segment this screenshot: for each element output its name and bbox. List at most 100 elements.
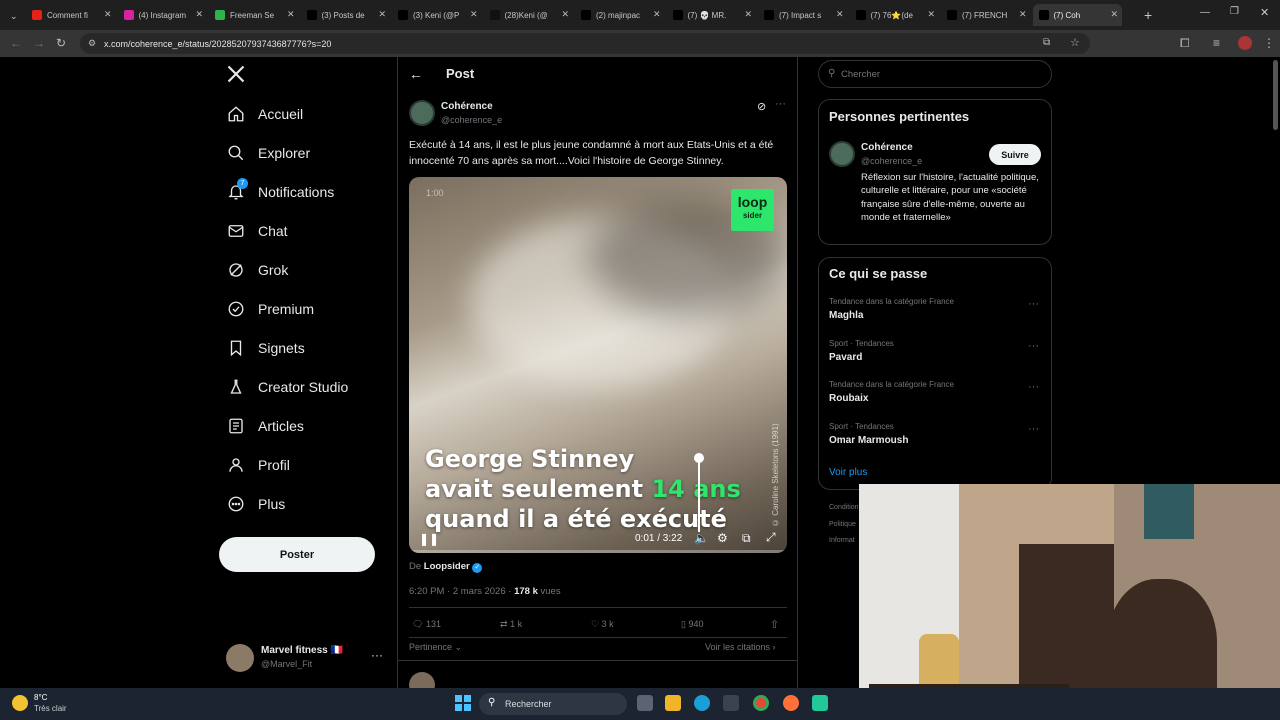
scrollbar-thumb[interactable] xyxy=(1273,60,1278,130)
profile-avatar[interactable] xyxy=(1238,36,1252,50)
see-more-link[interactable]: Voir plus xyxy=(829,467,867,478)
search-input[interactable]: Chercher xyxy=(841,69,880,80)
nav-item-explorer[interactable]: Explorer xyxy=(226,139,310,167)
browser-tab[interactable]: (7) 76⭐(de ✕ xyxy=(850,4,940,26)
tab-close-icon[interactable]: ✕ xyxy=(378,9,386,20)
browser-tab[interactable]: Freeman Se ✕ xyxy=(209,4,299,26)
site-info-icon[interactable]: ⚙ xyxy=(88,38,96,49)
tab-close-icon[interactable]: ✕ xyxy=(744,9,752,20)
tab-close-icon[interactable]: ✕ xyxy=(561,9,569,20)
media-icon[interactable]: ≡ xyxy=(1213,36,1220,50)
x-logo-icon[interactable] xyxy=(226,64,248,86)
video-player[interactable]: 1:00 loop sider George Stinney avait seu… xyxy=(409,177,787,553)
footer-link[interactable]: Condition xyxy=(829,504,859,511)
person-avatar[interactable] xyxy=(829,141,855,167)
tab-close-icon[interactable]: ✕ xyxy=(195,9,203,20)
nav-item-signets[interactable]: Signets xyxy=(226,334,305,362)
app-icon[interactable] xyxy=(812,695,828,711)
reply-button[interactable]: 🗨 131 xyxy=(412,619,441,630)
file-explorer-icon[interactable] xyxy=(665,695,681,711)
trend-name[interactable]: Maghla xyxy=(829,310,863,321)
browser-tab[interactable]: (7) Coh ✕ xyxy=(1032,4,1122,26)
source-link[interactable]: Loopsider xyxy=(424,561,470,572)
trend-more-icon[interactable]: ··· xyxy=(1028,423,1039,435)
browser-tab[interactable]: Comment fi ✕ xyxy=(26,4,116,26)
post-button[interactable]: Poster xyxy=(219,537,375,572)
close-window-icon[interactable]: ✕ xyxy=(1260,6,1269,19)
nav-item-plus[interactable]: Plus xyxy=(226,490,285,518)
like-button[interactable]: ♡ 3 k xyxy=(591,619,614,630)
minimize-icon[interactable]: — xyxy=(1200,7,1210,18)
footer-link[interactable]: Informat xyxy=(829,537,855,544)
view-quotes-link[interactable]: Voir les citations › xyxy=(705,642,776,652)
weather-icon[interactable] xyxy=(12,695,28,711)
bookmark-button[interactable]: ▯ 940 xyxy=(681,619,704,630)
forward-icon[interactable]: → xyxy=(33,36,45,50)
tab-search-button[interactable]: ⌄ xyxy=(4,5,22,27)
trend-more-icon[interactable]: ··· xyxy=(1028,298,1039,310)
follow-button[interactable]: Suivre xyxy=(989,144,1041,165)
volume-slider[interactable] xyxy=(698,457,700,532)
author-handle[interactable]: @coherence_e xyxy=(441,115,502,125)
install-icon[interactable]: ⧉ xyxy=(1043,37,1050,48)
share-icon[interactable]: ⇧ xyxy=(770,618,779,631)
edge-icon[interactable] xyxy=(694,695,710,711)
windows-start-icon[interactable] xyxy=(455,695,471,711)
volume-slider-thumb[interactable] xyxy=(694,453,704,463)
star-icon[interactable]: ☆ xyxy=(1070,36,1080,49)
back-icon[interactable]: ← xyxy=(10,36,22,50)
tab-close-icon[interactable]: ✕ xyxy=(927,9,935,20)
grok-icon[interactable]: ⊘ xyxy=(757,100,766,113)
tab-close-icon[interactable]: ✕ xyxy=(470,9,478,20)
nav-item-articles[interactable]: Articles xyxy=(226,412,304,440)
trend-name[interactable]: Omar Marmoush xyxy=(829,435,908,446)
back-arrow-icon[interactable]: ← xyxy=(409,66,423,82)
nav-item-grok[interactable]: Grok xyxy=(226,256,288,284)
nav-item-notifications[interactable]: 7 Notifications xyxy=(226,178,334,206)
nav-item-premium[interactable]: Premium xyxy=(226,295,314,323)
extensions-icon[interactable]: ⧠ xyxy=(1180,36,1190,51)
volume-icon[interactable]: 🔈 xyxy=(694,531,709,545)
browser-tab[interactable]: (7) Impact s ✕ xyxy=(758,4,848,26)
browser-tab[interactable]: (4) Instagram ✕ xyxy=(118,4,208,26)
pause-icon[interactable]: ❚❚ xyxy=(419,532,439,546)
store-icon[interactable] xyxy=(723,695,739,711)
new-tab-button[interactable]: + xyxy=(1138,4,1156,26)
footer-link[interactable]: Politique xyxy=(829,521,856,528)
firefox-icon[interactable] xyxy=(783,695,799,711)
browser-tab[interactable]: (3) Posts de ✕ xyxy=(301,4,391,26)
nav-item-profil[interactable]: Profil xyxy=(226,451,290,479)
search-box[interactable]: ⚲ Chercher xyxy=(818,60,1052,88)
author-avatar[interactable] xyxy=(409,100,435,126)
taskbar-search[interactable]: ⚲ Rechercher xyxy=(479,693,627,715)
account-more-icon[interactable]: ··· xyxy=(371,648,383,662)
video-progress[interactable] xyxy=(409,550,787,553)
nav-item-accueil[interactable]: Accueil xyxy=(226,100,303,128)
browser-tab[interactable]: (2) majinpac ✕ xyxy=(575,4,665,26)
nav-item-creator-studio[interactable]: Creator Studio xyxy=(226,373,348,401)
browser-tab[interactable]: (7) FRENCH ✕ xyxy=(941,4,1031,26)
browser-tab[interactable]: (3) Keni (@P ✕ xyxy=(392,4,482,26)
tab-close-icon[interactable]: ✕ xyxy=(287,9,295,20)
tab-close-icon[interactable]: ✕ xyxy=(653,9,661,20)
person-handle[interactable]: @coherence_e xyxy=(861,156,922,166)
person-name[interactable]: Cohérence xyxy=(861,142,913,153)
sort-dropdown[interactable]: Pertinence ⌄ xyxy=(409,642,462,653)
address-bar[interactable]: ⚙ x.com/coherence_e/status/2028520793743… xyxy=(80,33,1090,54)
task-view-icon[interactable] xyxy=(637,695,653,711)
pip-icon[interactable]: ⧉ xyxy=(742,531,751,546)
account-avatar[interactable] xyxy=(226,644,254,672)
trend-more-icon[interactable]: ··· xyxy=(1028,340,1039,352)
chrome-icon[interactable] xyxy=(753,695,769,711)
post-more-icon[interactable]: ··· xyxy=(775,98,786,110)
trend-more-icon[interactable]: ··· xyxy=(1028,381,1039,393)
fullscreen-icon[interactable]: ⤢ xyxy=(766,530,776,545)
menu-icon[interactable]: ⋮ xyxy=(1263,36,1275,50)
reload-icon[interactable]: ↻ xyxy=(56,36,66,50)
settings-icon[interactable]: ⚙ xyxy=(717,531,728,545)
browser-tab[interactable]: (7) 💀 MR. ✕ xyxy=(667,4,757,26)
nav-item-chat[interactable]: Chat xyxy=(226,217,288,245)
tab-close-icon[interactable]: ✕ xyxy=(104,9,112,20)
browser-tab[interactable]: (28)Keni (@ ✕ xyxy=(484,4,574,26)
trend-name[interactable]: Pavard xyxy=(829,352,862,363)
